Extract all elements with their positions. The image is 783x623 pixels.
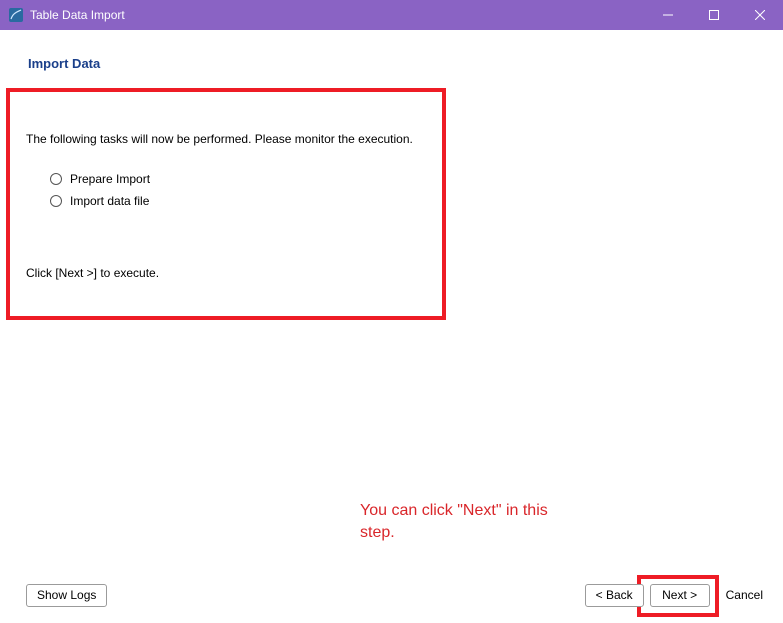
page-title: Import Data (28, 56, 100, 71)
maximize-button[interactable] (691, 0, 737, 30)
next-button[interactable]: Next > (650, 584, 710, 607)
back-button[interactable]: < Back (585, 584, 644, 607)
instruction-bottom: Click [Next >] to execute. (26, 266, 159, 280)
show-logs-button[interactable]: Show Logs (26, 584, 107, 607)
status-circle-icon (50, 195, 62, 207)
titlebar: Table Data Import (0, 0, 783, 30)
task-item: Prepare Import (50, 172, 150, 186)
instruction-top: The following tasks will now be performe… (26, 132, 413, 146)
window-title: Table Data Import (30, 8, 125, 22)
footer: Show Logs < Back Next > Cancel (0, 575, 783, 623)
cancel-button[interactable]: Cancel (716, 584, 773, 607)
task-item: Import data file (50, 194, 150, 208)
app-icon (8, 7, 24, 23)
task-list: Prepare Import Import data file (50, 172, 150, 216)
import-panel: The following tasks will now be performe… (6, 88, 446, 320)
close-button[interactable] (737, 0, 783, 30)
status-circle-icon (50, 173, 62, 185)
task-label: Import data file (70, 194, 149, 208)
content-area: Import Data The following tasks will now… (0, 30, 783, 623)
task-label: Prepare Import (70, 172, 150, 186)
annotation-text: You can click "Next" in this step. (360, 500, 560, 543)
minimize-button[interactable] (645, 0, 691, 30)
